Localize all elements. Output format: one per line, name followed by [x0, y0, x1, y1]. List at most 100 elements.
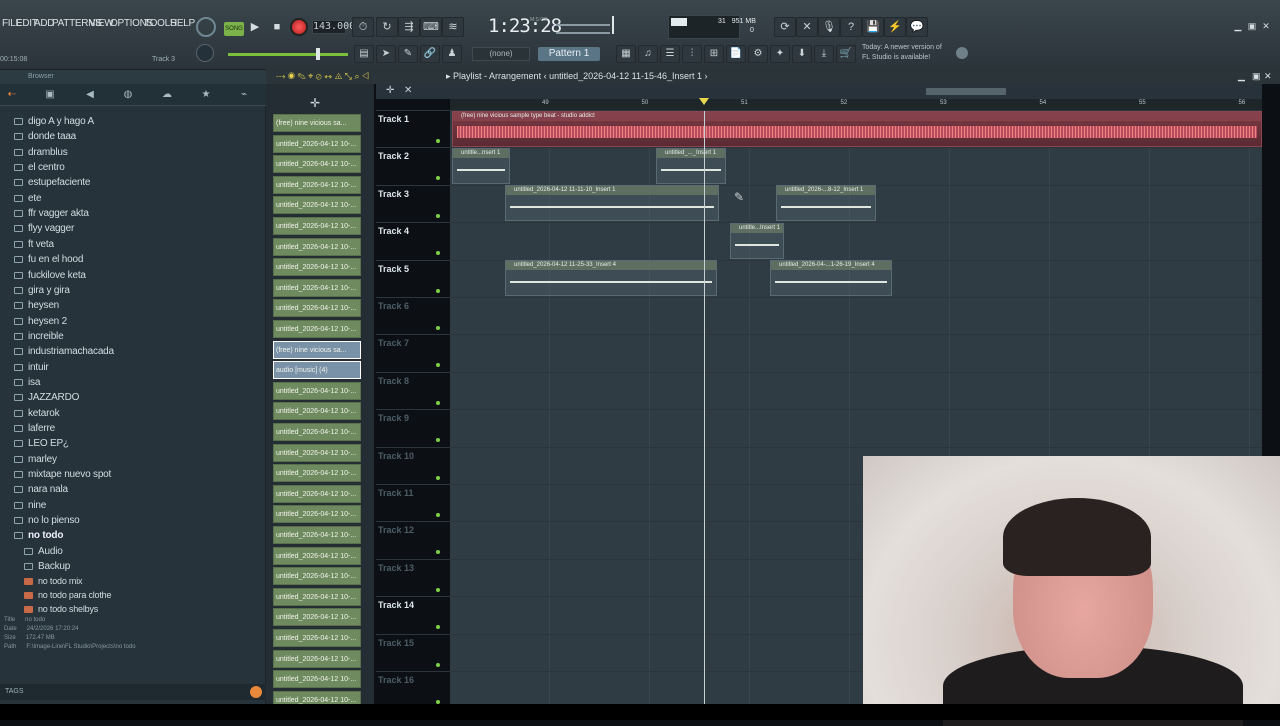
typing-keyboard-icon[interactable]: ⌨ [420, 17, 442, 37]
channel-button[interactable]: audio [music] (4) [273, 361, 361, 380]
browser-folder[interactable]: heysen 2 [14, 314, 67, 329]
browser-cloud-icon[interactable]: ☁ [159, 88, 175, 102]
track-label[interactable]: Track 7 [378, 338, 409, 348]
browser-folder[interactable]: laferre [14, 421, 55, 436]
browser-folder[interactable]: nara nala [14, 482, 68, 497]
pitch-knob-icon[interactable] [196, 17, 216, 37]
browser-folder[interactable]: isa [14, 375, 40, 390]
track-mute-led[interactable] [436, 363, 440, 368]
mixer-icon[interactable]: ⫶ [682, 45, 702, 63]
track-mute-led[interactable] [436, 662, 440, 667]
master-volume-handle[interactable] [612, 16, 614, 34]
browser-folder[interactable]: gira y gira [14, 283, 70, 298]
browser-folder[interactable]: ffr vagger akta [14, 206, 89, 221]
channel-button[interactable]: untitled_2026-04-12 10-... [273, 649, 361, 668]
browser-folder[interactable]: fuckilove keta [14, 268, 86, 283]
browser-folder[interactable]: increible [14, 329, 64, 344]
audio-clip[interactable]: untitled_2026-04-12 11-25-33_Insert 4 [505, 260, 717, 296]
playhead-marker[interactable] [699, 98, 709, 105]
master-pitch-slider[interactable] [556, 32, 610, 34]
channel-button[interactable]: untitled_2026-04-12 10-... [273, 381, 361, 400]
track-label[interactable]: Track 2 [378, 151, 409, 161]
track-mute-led[interactable] [436, 400, 440, 405]
plugin-picker-icon[interactable]: ⚙ [748, 45, 768, 63]
browser-folder[interactable]: estupefaciente [14, 175, 90, 190]
channel-button[interactable]: untitled_2026-04-12 10-... [273, 567, 361, 586]
audio-clip[interactable]: untitled_2026-04-...1-26-19_Insert 4 [770, 260, 892, 296]
image-line-logo-icon[interactable] [956, 47, 968, 59]
download-icon[interactable]: ⤓ [814, 45, 834, 63]
pencil-icon[interactable]: ✎ [398, 45, 418, 63]
playlist-expand-icon[interactable]: ✛ [386, 85, 394, 96]
track-mute-led[interactable] [436, 475, 440, 480]
menu-help[interactable]: HELP [170, 18, 195, 29]
audio-clip[interactable]: untitled_2026-04-12 11-11-10_Insert 1 [505, 185, 719, 221]
close-icon[interactable]: ✕ [1260, 20, 1272, 32]
channel-button[interactable]: untitled_2026-04-12 10-... [273, 629, 361, 647]
audio-clip[interactable]: untitle...Insert 1 [730, 223, 784, 259]
master-volume-slider[interactable] [556, 24, 610, 26]
channel-button[interactable]: untitled_2026-04-12 10-... [273, 484, 361, 503]
track-mute-led[interactable] [436, 513, 440, 517]
track-mute-led[interactable] [436, 288, 440, 293]
browser-folder[interactable]: LEO EP¿ [14, 436, 69, 451]
browser-back-icon[interactable]: ⇠ [4, 88, 20, 102]
browser-subfolder[interactable]: Audio [24, 544, 63, 559]
track-mute-led[interactable] [436, 625, 440, 630]
shop-icon[interactable]: 🛒 [836, 45, 856, 63]
track-label[interactable]: Track 10 [378, 451, 414, 461]
microphone-icon[interactable]: 🎙 [818, 17, 840, 37]
browser-folder[interactable]: no lo pienso [14, 513, 80, 528]
channel-button[interactable]: untitled_2026-04-12 10-... [273, 175, 361, 194]
track-label[interactable]: Track 12 [378, 525, 414, 535]
playlist-close-icon[interactable]: ✕ [1264, 68, 1272, 84]
routing-icon[interactable]: ⊞ [704, 45, 724, 63]
track-mute-led[interactable] [436, 213, 440, 218]
channel-button[interactable]: untitled_2026-04-12 10-... [273, 587, 361, 606]
tags-bar[interactable]: TAGS [0, 684, 266, 700]
song-time-display[interactable]: 1:23:28 [488, 15, 562, 37]
record-button[interactable] [290, 18, 308, 36]
track-label[interactable]: Track 16 [378, 675, 414, 685]
search-icon[interactable] [250, 686, 262, 698]
track-mute-led[interactable] [436, 326, 440, 330]
browser-file[interactable]: no todo mix [24, 574, 83, 589]
maximize-icon[interactable]: ▣ [1246, 20, 1258, 32]
refresh-icon[interactable]: ⟳ [774, 17, 796, 37]
track-mute-led[interactable] [436, 139, 440, 143]
templates-icon[interactable]: ⬇ [792, 45, 812, 63]
track-label[interactable]: Track 9 [378, 413, 409, 423]
arrow-icon[interactable]: ➤ [376, 45, 396, 63]
channel-button[interactable]: untitled_2026-04-12 10-... [273, 217, 361, 235]
channel-button[interactable]: untitled_2026-04-12 10-... [273, 608, 361, 627]
track-mute-led[interactable] [436, 550, 440, 555]
pattern-selector[interactable]: Pattern 1 [538, 47, 600, 61]
playlist-tools-icon[interactable]: ⤏ ◉ ✎ ⌖ ⊘ ⇿ ◬ ⤡ ⌕ ◁ [276, 68, 369, 84]
track-label[interactable]: Track 4 [378, 226, 409, 236]
browser-folder[interactable]: flyy vagger [14, 221, 74, 236]
snap-selector[interactable]: (none) [472, 47, 530, 61]
playlist-icon[interactable]: ☰ [660, 45, 680, 63]
browser-folder[interactable]: mixtape nuevo spot [14, 467, 111, 482]
channel-button[interactable]: untitled_2026-04-12 10-... [273, 320, 361, 338]
track-mute-led[interactable] [436, 438, 440, 443]
browser-folder[interactable]: ete [14, 191, 42, 206]
playlist-collapse-icon[interactable]: ✕ [404, 85, 412, 96]
channel-button[interactable]: untitled_2026-04-12 10-... [273, 402, 361, 421]
channel-button[interactable]: untitled_2026-04-12 10-... [273, 155, 361, 174]
browser-folder[interactable]: dramblus [14, 145, 68, 160]
channel-button[interactable]: untitled_2026-04-12 10-... [273, 423, 361, 441]
browser-folder[interactable]: ft veta [14, 237, 54, 252]
update-notice[interactable]: Today: A newer version of FL Studio is av… [862, 43, 942, 63]
chat-icon[interactable]: 💬 [906, 17, 928, 37]
track-mute-led[interactable] [436, 587, 440, 592]
piano-roll-icon[interactable]: ♫ [638, 45, 658, 63]
audio-clip[interactable]: untitled_..._Insert 1 [656, 148, 726, 184]
loop-record-icon[interactable]: ↻ [376, 17, 398, 37]
track-label[interactable]: Track 11 [378, 488, 414, 498]
browser-tag-icon[interactable]: ⌁ [236, 88, 252, 102]
channel-button[interactable]: (free) nine vicious sa... [273, 340, 361, 359]
channel-button[interactable]: untitled_2026-04-12 10-... [273, 546, 361, 565]
master-knob-icon[interactable] [196, 44, 214, 62]
browser-folder[interactable]: intuir [14, 360, 49, 375]
